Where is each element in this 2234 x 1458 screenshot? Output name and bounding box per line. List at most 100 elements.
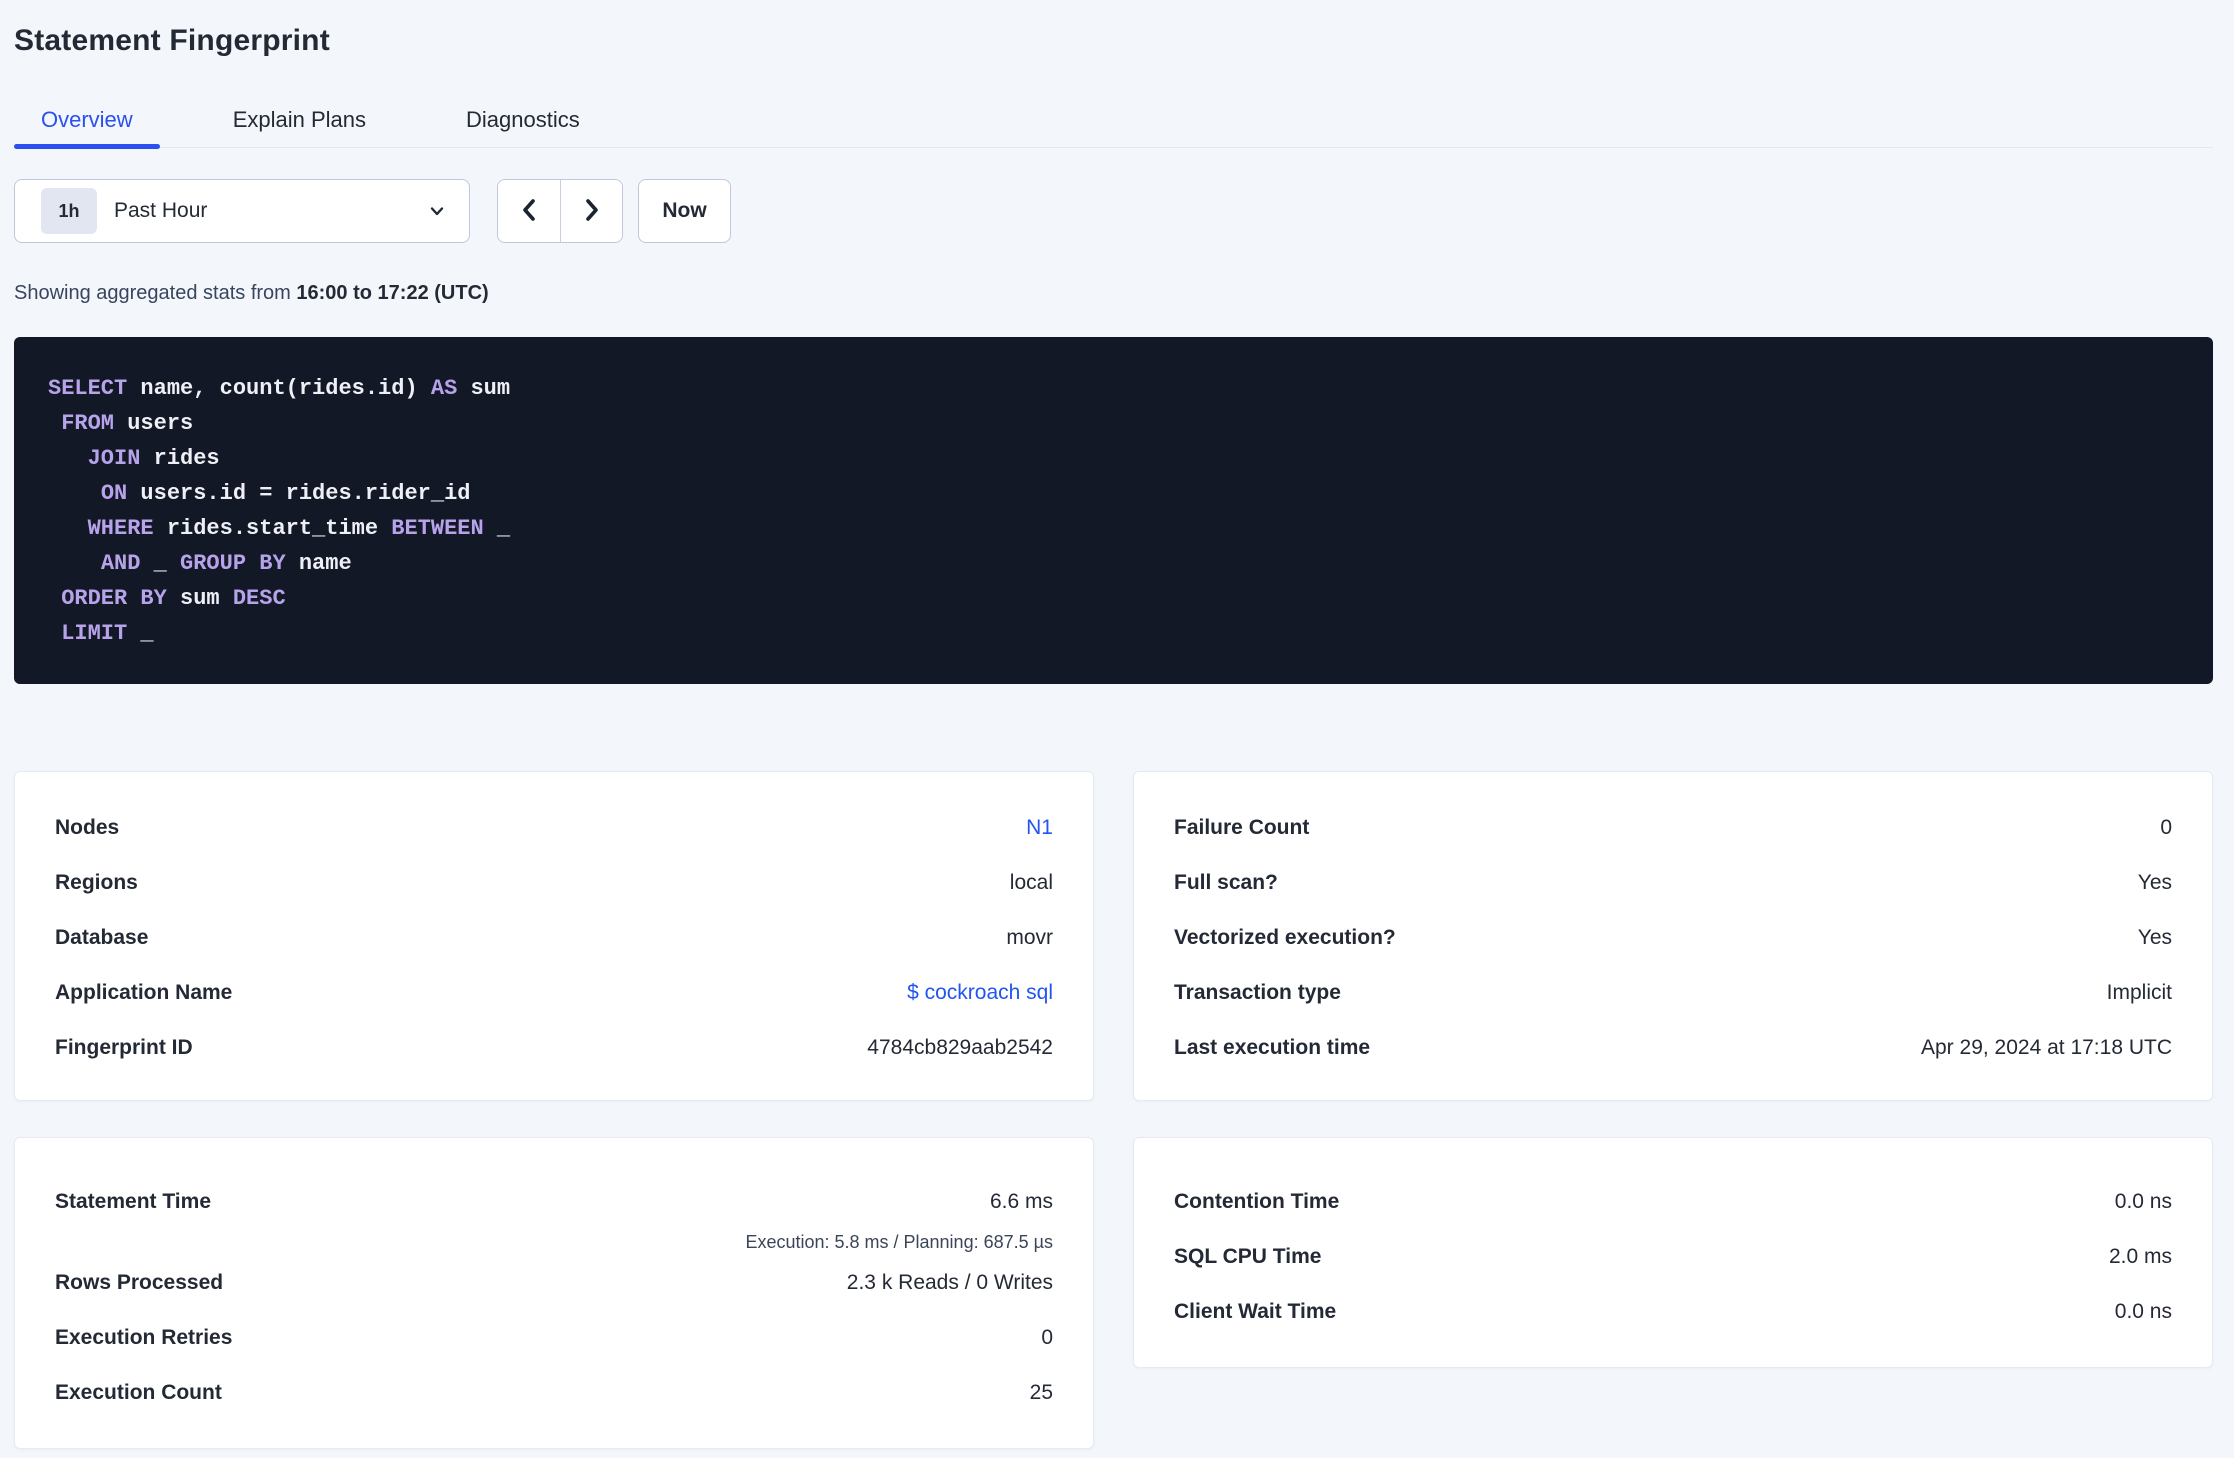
card-row: Full scan? Yes <box>1174 855 2172 910</box>
sql-keyword: AND <box>100 551 141 576</box>
row-value-wrap: $ cockroach sql <box>232 965 1053 1020</box>
card-overview-right: Failure Count 0 Full scan? Yes Vectorized ex… <box>1133 771 2213 1101</box>
row-value-wrap: local <box>138 855 1053 910</box>
time-range-dropdown[interactable]: 1h Past Hour <box>14 179 470 243</box>
tab-diagnostics[interactable]: Diagnostics <box>439 92 607 148</box>
row-value-wrap: 0 <box>1309 800 2172 855</box>
sql-line: ORDER BY sum DESC <box>48 581 2179 616</box>
card-row: Execution Count 25 <box>55 1365 1053 1420</box>
aggregated-stats-note: Showing aggregated stats from 16:00 to 1… <box>14 282 2213 305</box>
row-label: Regions <box>55 871 138 894</box>
row-value: 0.0 ns <box>2114 1190 2172 1213</box>
tab-diagnostics-label: Diagnostics <box>466 106 580 132</box>
row-value: 6.6 ms <box>989 1190 1053 1213</box>
previous-time-range-button[interactable] <box>498 180 560 242</box>
row-value-wrap: 25 <box>222 1365 1053 1420</box>
row-value: 2.0 ms <box>2108 1245 2172 1268</box>
sql-line: FROM users <box>48 406 2179 441</box>
sql-keyword: AS <box>430 376 458 401</box>
sql-keyword: BETWEEN <box>391 516 484 541</box>
tab-overview[interactable]: Overview <box>14 92 160 149</box>
row-value: 0 <box>1041 1326 1053 1349</box>
card-row: Last execution time Apr 29, 2024 at 17:18… <box>1174 1020 2172 1075</box>
sql-line: JOIN rides <box>48 441 2179 476</box>
row-value-wrap: 2.0 ms <box>1321 1229 2172 1284</box>
sql-line: LIMIT _ <box>48 616 2179 651</box>
row-value: Apr 29, 2024 at 17:18 UTC <box>1921 1036 2172 1059</box>
row-label: Client Wait Time <box>1174 1300 1337 1323</box>
row-value: Implicit <box>2106 981 2172 1004</box>
row-value-wrap: N1 <box>119 800 1053 855</box>
chevron-left-icon <box>517 197 541 226</box>
row-value-wrap: 0.0 ns <box>1339 1174 2172 1229</box>
row-value-wrap: Implicit <box>1341 965 2172 1020</box>
tab-explain-plans[interactable]: Explain Plans <box>206 92 393 148</box>
row-label: Statement Time <box>55 1190 211 1213</box>
card-row: Statement Time 6.6 ms Execution: 5.8 ms / … <box>55 1174 1053 1255</box>
card-row: SQL CPU Time 2.0 ms <box>1174 1229 2172 1284</box>
sql-keyword: GROUP BY <box>180 551 286 576</box>
time-range-step-buttons <box>497 179 623 243</box>
row-label: Vectorized execution? <box>1174 926 1396 949</box>
card-timing-left: Statement Time 6.6 ms Execution: 5.8 ms / … <box>14 1137 1094 1449</box>
card-row: Fingerprint ID 4784cb829aab2542 <box>55 1020 1053 1075</box>
row-label: Last execution time <box>1174 1036 1371 1059</box>
chevron-right-icon <box>580 197 604 226</box>
sql-text: rides <box>140 446 220 471</box>
sql-line: WHERE rides.start_time BETWEEN _ <box>48 511 2179 546</box>
card-row: Client Wait Time 0.0 ns <box>1174 1284 2172 1339</box>
now-button[interactable]: Now <box>638 179 731 243</box>
page-title: Statement Fingerprint <box>14 24 330 57</box>
row-value: 0 <box>2160 816 2172 839</box>
row-value: 0.0 ns <box>2114 1300 2172 1323</box>
card-row: Failure Count 0 <box>1174 800 2172 855</box>
sql-keyword: DESC <box>232 586 286 611</box>
row-label: Contention Time <box>1174 1190 1340 1213</box>
aggregated-stats-note-range: 16:00 to 17:22 (UTC) <box>296 282 489 304</box>
row-value-wrap: 2.3 k Reads / 0 Writes <box>223 1255 1053 1310</box>
row-label: Execution Count <box>55 1381 222 1404</box>
sql-text: _ <box>127 621 154 646</box>
row-value-link[interactable]: $ cockroach sql <box>907 965 1053 1020</box>
time-range-badge: 1h <box>41 188 97 234</box>
row-label: SQL CPU Time <box>1174 1245 1322 1268</box>
row-value: 4784cb829aab2542 <box>867 1036 1053 1059</box>
chevron-down-icon <box>427 201 447 221</box>
sql-keyword: ON <box>100 481 128 506</box>
card-row: Database movr <box>55 910 1053 965</box>
row-value: movr <box>1006 926 1053 949</box>
time-controls: 1h Past Hour Now <box>14 179 2213 243</box>
row-value: Yes <box>2137 871 2172 894</box>
row-value-wrap: Yes <box>1396 910 2172 965</box>
row-value: Yes <box>2137 926 2172 949</box>
card-row: Rows Processed 2.3 k Reads / 0 Writes <box>55 1255 1053 1310</box>
row-value: 2.3 k Reads / 0 Writes <box>846 1271 1053 1294</box>
row-value-link[interactable]: N1 <box>1026 800 1053 855</box>
tab-explain-plans-label: Explain Plans <box>232 106 366 132</box>
sql-line: ON users.id = rides.rider_id <box>48 476 2179 511</box>
sql-text: users.id = rides.rider_id <box>127 481 471 506</box>
sql-keyword: ORDER BY <box>61 586 167 611</box>
next-time-range-button[interactable] <box>560 180 622 242</box>
card-row: Contention Time 0.0 ns <box>1174 1174 2172 1229</box>
sql-keyword: LIMIT <box>61 621 128 646</box>
card-overview-left: Nodes N1 Regions local Database movr Applicati… <box>14 771 1094 1101</box>
row-label: Fingerprint ID <box>55 1036 193 1059</box>
sql-statement-box: SELECT name, count(rides.id) AS sum FROM… <box>14 337 2213 684</box>
sql-text: name <box>285 551 352 576</box>
card-row: Nodes N1 <box>55 800 1053 855</box>
row-value: 25 <box>1029 1381 1053 1404</box>
sql-text: _ <box>483 516 511 541</box>
card-timing-right: Contention Time 0.0 ns SQL CPU Time 2.0 ms C… <box>1133 1137 2213 1368</box>
row-label: Rows Processed <box>55 1271 224 1294</box>
sql-text: name, count(rides.id) <box>127 376 431 401</box>
row-value-wrap: movr <box>148 910 1053 965</box>
row-value-wrap: 4784cb829aab2542 <box>193 1020 1053 1075</box>
row-label: Failure Count <box>1174 816 1310 839</box>
